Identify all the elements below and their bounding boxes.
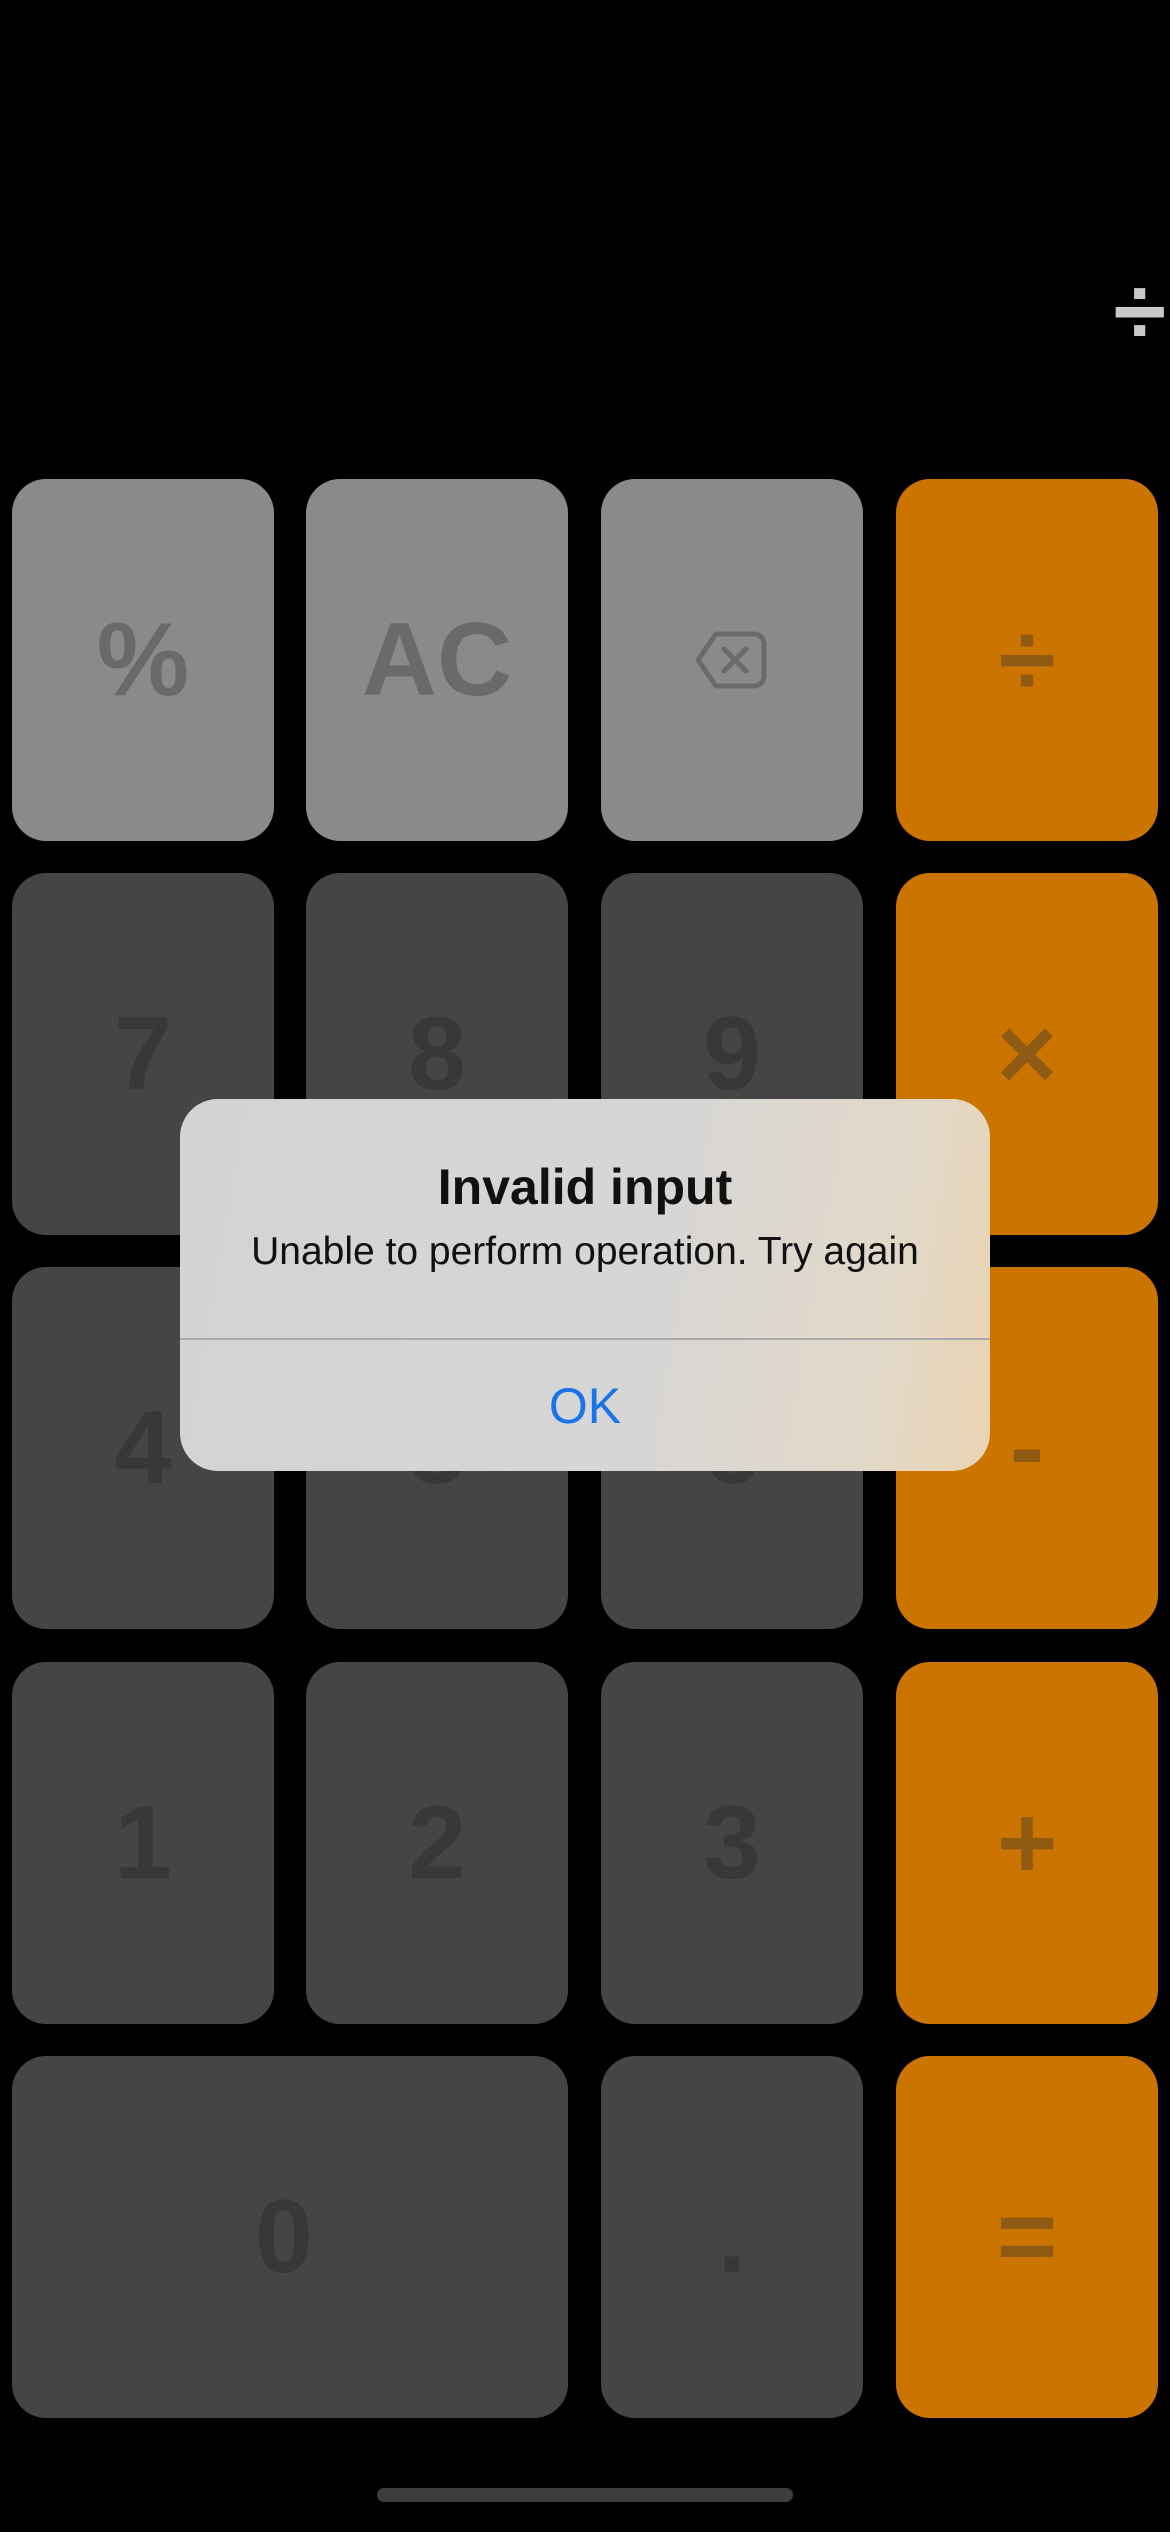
invalid-input-alert: Invalid input Unable to perform operatio… (180, 1099, 990, 1471)
alert-title: Invalid input (437, 1159, 733, 1215)
alert-ok-button[interactable]: OK (180, 1340, 990, 1471)
home-indicator[interactable] (377, 2488, 793, 2502)
calculator-screen: ÷ % AC ÷ 7 8 9 × 4 5 6 (0, 0, 1170, 2532)
alert-message: Unable to perform operation. Try again (251, 1230, 919, 1273)
